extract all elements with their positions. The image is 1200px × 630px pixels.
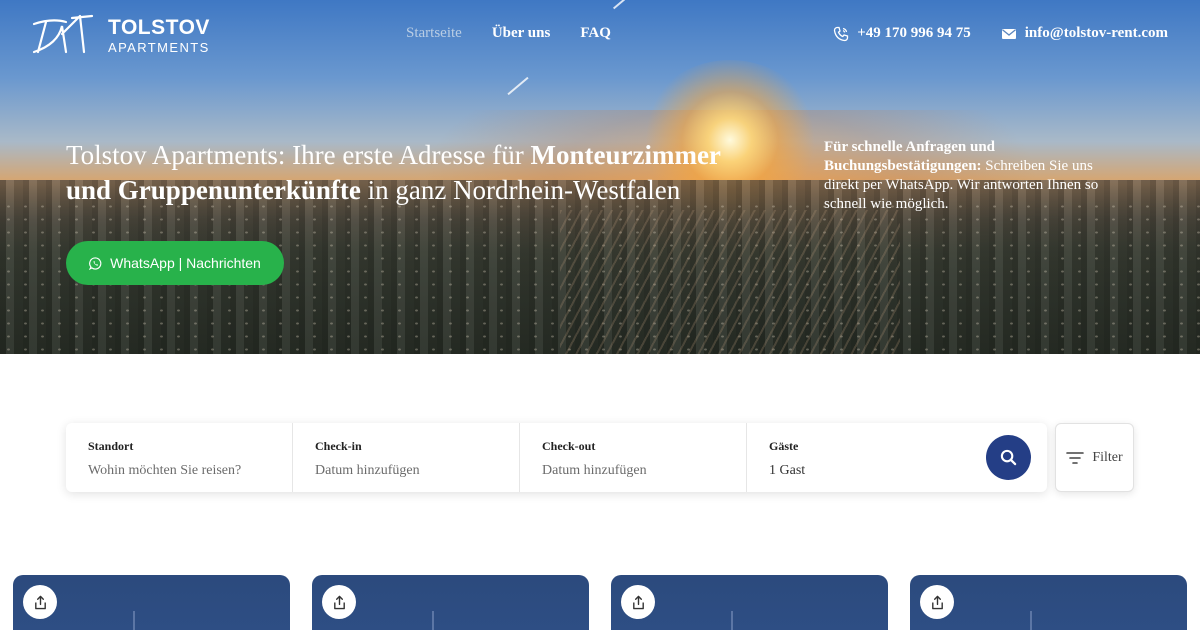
share-button[interactable] bbox=[322, 585, 356, 619]
listing-card[interactable] bbox=[13, 575, 290, 630]
contrail bbox=[507, 76, 529, 96]
brand-name: TOLSTOV bbox=[108, 15, 210, 39]
share-icon bbox=[34, 595, 46, 609]
nav-item-faq[interactable]: FAQ bbox=[580, 25, 611, 42]
listing-card[interactable] bbox=[312, 575, 589, 630]
checkout-label: Check-out bbox=[542, 439, 596, 453]
contact-bar: +49 170 996 94 75 info@tolstov-rent.com bbox=[833, 25, 1168, 42]
phone-icon bbox=[834, 26, 849, 41]
card-image-detail bbox=[133, 611, 135, 630]
email-address: info@tolstov-rent.com bbox=[1024, 25, 1168, 41]
location-placeholder: Wohin möchten Sie reisen? bbox=[88, 463, 242, 478]
logo-monogram-icon bbox=[32, 14, 94, 54]
brand-subtitle: APARTMENTS bbox=[108, 39, 210, 55]
share-icon bbox=[931, 595, 943, 609]
share-icon bbox=[333, 595, 345, 609]
checkin-placeholder: Datum hinzufügen bbox=[315, 463, 420, 478]
brand-logo[interactable]: TOLSTOV APARTMENTS bbox=[32, 14, 210, 56]
email-link[interactable]: info@tolstov-rent.com bbox=[1001, 25, 1168, 42]
search-button[interactable] bbox=[986, 435, 1031, 480]
card-image-detail bbox=[432, 611, 434, 630]
nav-item-ueber-uns[interactable]: Über uns bbox=[492, 25, 551, 42]
search-icon bbox=[1000, 449, 1017, 466]
checkout-placeholder: Datum hinzufügen bbox=[542, 463, 647, 478]
nav-item-startseite[interactable]: Startseite bbox=[406, 25, 462, 42]
card-image-detail bbox=[1030, 611, 1032, 630]
share-button[interactable] bbox=[920, 585, 954, 619]
listing-card[interactable] bbox=[910, 575, 1187, 630]
search-bar: Standort Wohin möchten Sie reisen? Check… bbox=[66, 423, 1047, 492]
whatsapp-button[interactable]: WhatsApp | Nachrichten bbox=[66, 241, 284, 285]
checkin-field[interactable]: Check-in Datum hinzufügen bbox=[293, 423, 520, 492]
whatsapp-note: Für schnelle Anfragen und Buchungsbestät… bbox=[824, 138, 1124, 214]
whatsapp-note-lead: Für schnelle Anfragen und Buchungsbestät… bbox=[824, 139, 995, 174]
main-nav: Startseite Über uns FAQ bbox=[406, 25, 611, 42]
envelope-icon bbox=[1001, 28, 1016, 39]
whatsapp-button-label: WhatsApp | Nachrichten bbox=[110, 255, 261, 271]
checkout-field[interactable]: Check-out Datum hinzufügen bbox=[520, 423, 747, 492]
checkin-label: Check-in bbox=[315, 439, 362, 453]
share-button[interactable] bbox=[23, 585, 57, 619]
railway-tracks bbox=[560, 210, 900, 354]
filter-label: Filter bbox=[1092, 449, 1123, 465]
headline-tail: in ganz Nordrhein-Westfalen bbox=[360, 175, 681, 205]
hero-headline: Tolstov Apartments: Ihre erste Adresse f… bbox=[66, 138, 726, 208]
filter-icon bbox=[1066, 451, 1085, 464]
location-label: Standort bbox=[88, 439, 134, 453]
headline-lead: Tolstov Apartments: Ihre erste Adresse f… bbox=[66, 140, 531, 170]
whatsapp-icon bbox=[89, 256, 102, 270]
share-icon bbox=[632, 595, 644, 609]
listing-card[interactable] bbox=[611, 575, 888, 630]
phone-link[interactable]: +49 170 996 94 75 bbox=[833, 25, 971, 42]
phone-number: +49 170 996 94 75 bbox=[857, 25, 971, 41]
share-button[interactable] bbox=[621, 585, 655, 619]
location-field[interactable]: Standort Wohin möchten Sie reisen? bbox=[66, 423, 293, 492]
contrail bbox=[612, 0, 626, 10]
filter-button[interactable]: Filter bbox=[1055, 423, 1134, 492]
card-image-detail bbox=[731, 611, 733, 630]
